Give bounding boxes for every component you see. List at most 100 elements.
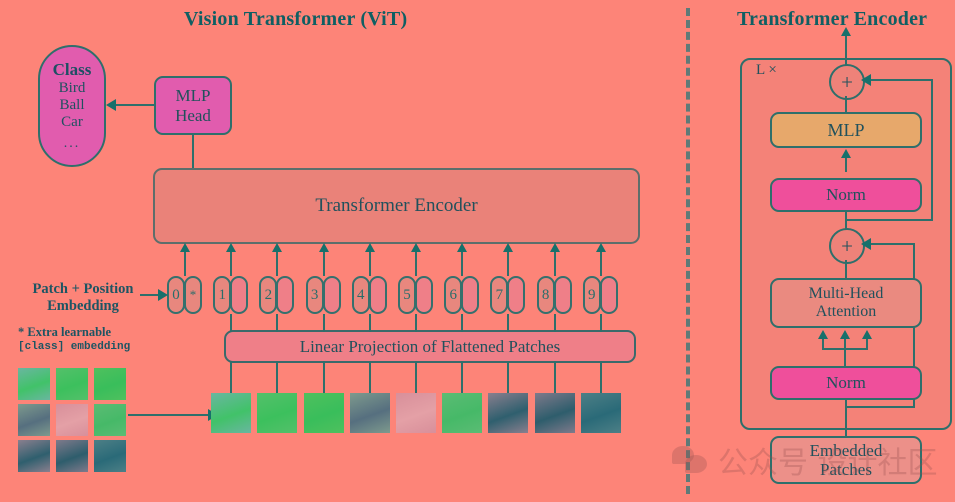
embedded-patches-line1: Embedded	[809, 440, 883, 460]
transformer-encoder-label: Transformer Encoder	[315, 195, 478, 217]
class-output-oval: Class Bird Ball Car ...	[38, 45, 106, 167]
sequence-patch-3	[303, 393, 344, 433]
patch-up-line-9	[599, 361, 602, 393]
token-1: 1	[213, 276, 249, 314]
image-patch-r2-c1	[56, 440, 88, 472]
projection-up-line-4	[368, 314, 371, 332]
projection-up-line-8	[553, 314, 556, 332]
class-item-car: Car	[61, 113, 83, 130]
norm-to-qkv-stem	[844, 348, 846, 368]
token-encoder-arrowhead-9	[595, 243, 606, 252]
label-arrow-head	[158, 289, 168, 301]
class-item-ball: Ball	[59, 96, 85, 113]
qkv-arrowhead-2	[862, 330, 872, 339]
norm-bottom-label: Norm	[826, 373, 866, 393]
token-number-1: 1	[213, 276, 232, 314]
token-encoder-arrowhead-1	[226, 243, 237, 252]
qkv-arrowhead-0	[818, 330, 828, 339]
mlp-to-class-arrowhead	[106, 99, 116, 111]
token-encoder-arrowhead-6	[457, 243, 468, 252]
residual-add-bottom: +	[829, 228, 865, 264]
patch-position-line1: Patch + Position	[32, 281, 134, 297]
norm-block-bottom: Norm	[770, 366, 922, 400]
token-encoder-arrowhead-7	[503, 243, 514, 252]
patch-up-line-5	[415, 361, 417, 393]
skip-bottom-arrowhead	[861, 238, 871, 250]
extra-learnable-line1: * Extra learnable	[18, 325, 112, 339]
token-8: 8	[536, 276, 572, 314]
token-9: 9	[582, 276, 618, 314]
mha-line1: Multi-Head	[808, 285, 884, 303]
token-0: 0 *	[167, 276, 202, 314]
plus-to-mha-line	[845, 260, 847, 278]
image-patch-r0-c0	[18, 368, 50, 400]
token-embedding-3	[322, 276, 341, 314]
token-2: 2	[259, 276, 295, 314]
encoder-output-arrowhead	[841, 27, 851, 36]
sequence-patch-7	[488, 393, 529, 433]
class-ellipsis: ...	[63, 136, 81, 152]
token-embedding-9	[599, 276, 618, 314]
token-encoder-arrowhead-8	[549, 243, 560, 252]
token-embedding-7	[507, 276, 526, 314]
token-number-7: 7	[490, 276, 509, 314]
token-encoder-arrowhead-5	[411, 243, 421, 252]
image-patch-r1-c2	[94, 404, 126, 436]
sequence-patch-9	[580, 393, 621, 433]
token-encoder-arrowhead-3	[318, 243, 329, 252]
token-5: 5	[398, 276, 433, 314]
mlp-head-box: MLP Head	[154, 76, 232, 135]
mlp-to-class-line	[114, 104, 156, 106]
mlp-head-stem	[192, 135, 194, 169]
patch-up-line-6	[461, 361, 464, 393]
token-encoder-arrowhead-0	[180, 243, 190, 252]
token-6: 6	[444, 276, 480, 314]
projection-up-line-1	[230, 314, 233, 332]
patch-up-line-3	[322, 361, 325, 393]
token-number-2: 2	[259, 276, 278, 314]
sequence-patch-4	[349, 393, 390, 433]
watermark-chat-bubbles-icon	[672, 444, 712, 476]
mlp-block: MLP	[770, 112, 922, 148]
sequence-patch-2	[257, 393, 298, 433]
token-7: 7	[490, 276, 526, 314]
embedded-to-norm-line	[845, 399, 847, 439]
token-3: 3	[305, 276, 341, 314]
token-number-8: 8	[536, 276, 555, 314]
residual-add-top: +	[829, 64, 865, 100]
image-patch-r0-c2	[94, 368, 126, 400]
token-number-6: 6	[444, 276, 463, 314]
token-embedding-1	[230, 276, 249, 314]
transformer-encoder-box: Transformer Encoder	[153, 168, 640, 244]
token-number-5: 5	[398, 276, 416, 314]
embedded-patches-block: Embedded Patches	[770, 436, 922, 484]
extra-learnable-line2: [class] embedding	[18, 340, 131, 353]
token-embedding-8	[553, 276, 572, 314]
skip-top-branch	[845, 219, 933, 221]
repeat-count-label: L ×	[756, 62, 777, 78]
token-number-3: 3	[305, 276, 324, 314]
token-encoder-arrowhead-4	[364, 243, 375, 252]
sequence-patch-8	[534, 393, 575, 433]
label-arrow-line	[140, 294, 160, 296]
skip-bottom-horizontal	[865, 243, 915, 245]
patch-up-line-7	[507, 361, 510, 393]
skip-bottom-branch	[845, 406, 915, 408]
token-number-4: 4	[351, 276, 370, 314]
left-panel-title: Vision Transformer (ViT)	[184, 8, 408, 30]
linear-projection-box: Linear Projection of Flattened Patches	[224, 330, 636, 363]
token-embedding-6	[461, 276, 480, 314]
norm-top-label: Norm	[826, 185, 866, 205]
class-heading: Class	[52, 59, 92, 79]
token-number-0: 0	[167, 276, 185, 314]
norm-block-top: Norm	[770, 178, 922, 212]
extra-learnable-label: * Extra learnable [class] embedding	[18, 325, 168, 354]
patch-up-line-2	[276, 361, 279, 393]
token-embedding-2	[276, 276, 295, 314]
projection-up-line-6	[461, 314, 464, 332]
skip-top-vertical	[931, 79, 933, 220]
token-number-9: 9	[582, 276, 601, 314]
multi-head-attention-block: Multi-Head Attention	[770, 278, 922, 328]
sequence-patch-5	[396, 393, 436, 433]
token-4: 4	[351, 276, 387, 314]
